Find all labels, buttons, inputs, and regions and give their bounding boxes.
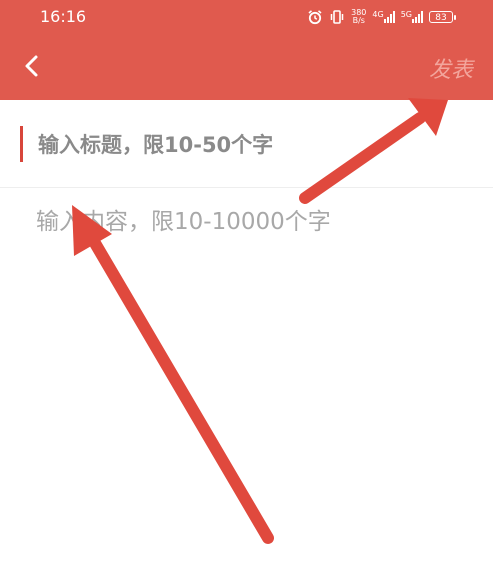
sim1-label: 4G xyxy=(372,10,384,19)
network-speed: 380 B/s xyxy=(351,9,366,25)
title-input[interactable] xyxy=(36,126,460,164)
alarm-icon xyxy=(307,9,323,25)
status-bar: 16:16 380 B/s 4G 5G 83 xyxy=(0,0,493,34)
title-field-row xyxy=(0,112,493,188)
publish-button[interactable]: 发表 xyxy=(429,52,473,84)
sim2-signal: 5G xyxy=(401,11,423,23)
status-time: 16:16 xyxy=(40,7,87,26)
battery-icon: 83 xyxy=(429,11,456,23)
signal-bars-icon xyxy=(412,11,423,23)
signal-bars-icon xyxy=(383,11,395,23)
sim1-signal: 4G xyxy=(372,10,395,23)
text-cursor xyxy=(20,126,23,162)
network-speed-unit: B/s xyxy=(352,16,365,25)
app-bar: 16:16 380 B/s 4G 5G 83 发表 xyxy=(0,0,493,100)
chevron-left-icon xyxy=(25,55,38,77)
sim2-label: 5G xyxy=(400,10,412,19)
vibrate-icon xyxy=(329,9,345,25)
status-icons: 380 B/s 4G 5G 83 xyxy=(307,6,456,28)
content-input[interactable] xyxy=(34,200,478,544)
back-button[interactable] xyxy=(16,50,48,82)
